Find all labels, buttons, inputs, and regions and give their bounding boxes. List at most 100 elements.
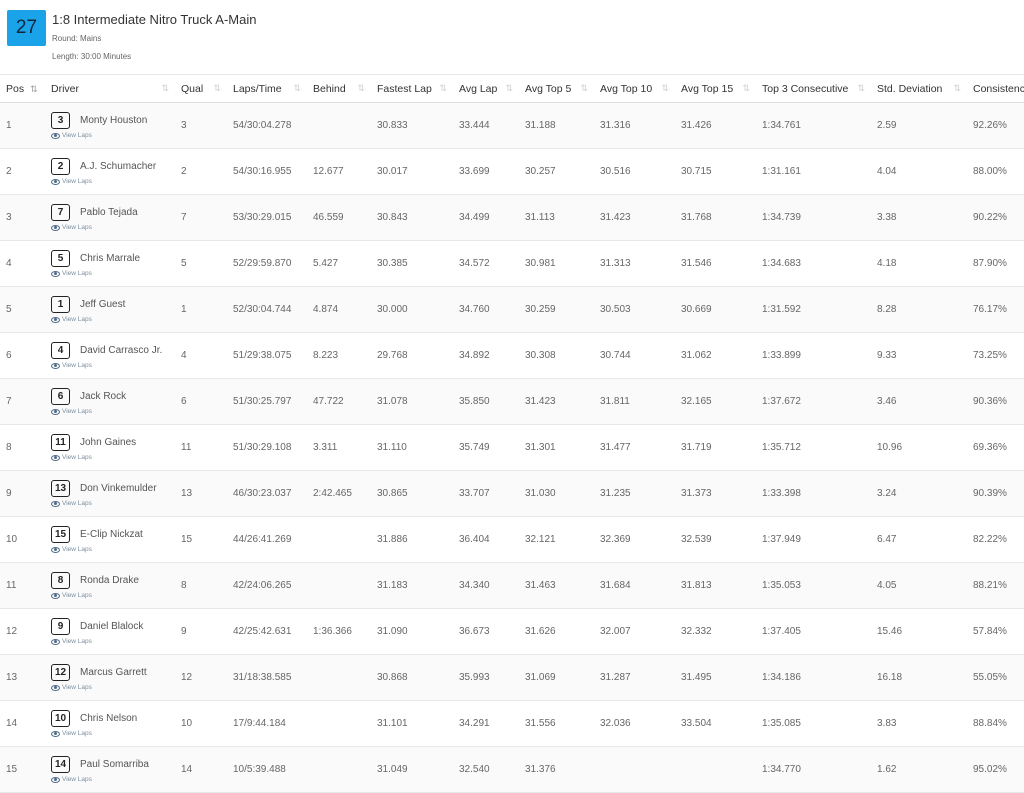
car-number-badge: 3	[51, 112, 70, 129]
driver-name[interactable]: Don Vinkemulder	[80, 483, 157, 494]
cell-consistency: 92.26%	[973, 120, 1007, 131]
sort-icon[interactable]: ⇅	[953, 83, 961, 94]
col-header-avg-top15[interactable]: Avg Top 15 ⇅	[675, 75, 756, 103]
cell-qual: 5	[181, 258, 187, 269]
view-laps-link[interactable]: View Laps	[51, 638, 175, 645]
sort-icon[interactable]: ⇅	[293, 83, 301, 94]
view-laps-link[interactable]: View Laps	[51, 500, 175, 507]
view-laps-link[interactable]: View Laps	[51, 270, 175, 277]
view-laps-label[interactable]: View Laps	[62, 224, 92, 231]
eye-icon	[51, 500, 60, 507]
view-laps-label[interactable]: View Laps	[62, 454, 92, 461]
cell-consistency: 88.84%	[973, 718, 1007, 729]
cell-std-deviation: 3.83	[877, 718, 897, 729]
col-header-laps-time[interactable]: Laps/Time ⇅	[227, 75, 307, 103]
cell-std-deviation: 1.62	[877, 764, 897, 775]
driver-name[interactable]: Paul Somarriba	[80, 759, 149, 770]
cell-behind: 3.311	[313, 442, 338, 453]
driver-name[interactable]: John Gaines	[80, 437, 136, 448]
sort-icon[interactable]: ⇅	[161, 83, 169, 94]
view-laps-link[interactable]: View Laps	[51, 132, 175, 139]
cell-avg-top15: 31.495	[681, 672, 712, 683]
col-header-avg-lap[interactable]: Avg Lap ⇅	[453, 75, 519, 103]
sort-icon[interactable]: ⇅	[505, 83, 513, 94]
view-laps-link[interactable]: View Laps	[51, 546, 175, 553]
view-laps-link[interactable]: View Laps	[51, 408, 175, 415]
col-header-consistency[interactable]: Consistency	[967, 75, 1024, 103]
view-laps-label[interactable]: View Laps	[62, 776, 92, 783]
col-header-pos[interactable]: Pos ⇅	[0, 75, 45, 103]
driver-name[interactable]: A.J. Schumacher	[80, 161, 156, 172]
cell-avg-top10: 32.007	[600, 626, 631, 637]
col-header-avg-top10[interactable]: Avg Top 10 ⇅	[594, 75, 675, 103]
cell-fastest-lap: 30.017	[377, 166, 408, 177]
sort-icon[interactable]: ⇅	[580, 83, 588, 94]
view-laps-label[interactable]: View Laps	[62, 592, 92, 599]
driver-name[interactable]: Ronda Drake	[80, 575, 139, 586]
view-laps-label[interactable]: View Laps	[62, 500, 92, 507]
cell-consistency: 95.02%	[973, 764, 1007, 775]
view-laps-link[interactable]: View Laps	[51, 730, 175, 737]
view-laps-label[interactable]: View Laps	[62, 684, 92, 691]
cell-behind	[307, 563, 371, 609]
col-header-top3-consecutive[interactable]: Top 3 Consecutive ⇅	[756, 75, 871, 103]
view-laps-link[interactable]: View Laps	[51, 684, 175, 691]
view-laps-label[interactable]: View Laps	[62, 270, 92, 277]
driver-name[interactable]: Chris Nelson	[80, 713, 137, 724]
cell-qual: 11	[181, 442, 192, 453]
view-laps-link[interactable]: View Laps	[51, 454, 175, 461]
cell-avg-top5: 30.257	[525, 166, 556, 177]
cell-std-deviation: 8.28	[877, 304, 897, 315]
view-laps-link[interactable]: View Laps	[51, 776, 175, 783]
view-laps-link[interactable]: View Laps	[51, 224, 175, 231]
view-laps-link[interactable]: View Laps	[51, 178, 175, 185]
view-laps-label[interactable]: View Laps	[62, 638, 92, 645]
sort-icon[interactable]: ⇅	[661, 83, 669, 94]
col-header-avg-top5[interactable]: Avg Top 5 ⇅	[519, 75, 594, 103]
cell-top3-consecutive: 1:35.712	[762, 442, 801, 453]
sort-numeric-icon[interactable]: ⇅	[30, 84, 38, 94]
driver-name[interactable]: Pablo Tejada	[80, 207, 138, 218]
view-laps-link[interactable]: View Laps	[51, 362, 175, 369]
view-laps-label[interactable]: View Laps	[62, 316, 92, 323]
table-row: 15 14 Paul Somarriba View Laps 14 10/5:39.488…	[0, 746, 1024, 793]
sort-icon[interactable]: ⇅	[742, 83, 750, 94]
cell-consistency: 90.39%	[973, 488, 1007, 499]
cell-avg-lap: 34.499	[459, 212, 490, 223]
cell-pos: 2	[6, 166, 12, 177]
cell-laps-time: 31/18:38.585	[233, 672, 292, 683]
driver-name[interactable]: E-Clip Nickzat	[80, 529, 143, 540]
cell-std-deviation: 16.18	[877, 672, 903, 683]
view-laps-label[interactable]: View Laps	[62, 546, 92, 553]
view-laps-label[interactable]: View Laps	[62, 408, 92, 415]
col-header-behind[interactable]: Behind ⇅	[307, 75, 371, 103]
driver-name[interactable]: David Carrasco Jr.	[80, 345, 162, 356]
car-number-badge: 9	[51, 618, 70, 635]
cell-behind	[307, 747, 371, 793]
col-header-std-deviation[interactable]: Std. Deviation ⇅	[871, 75, 967, 103]
driver-name[interactable]: Monty Houston	[80, 115, 147, 126]
sort-icon[interactable]: ⇅	[857, 83, 865, 94]
cell-pos: 11	[6, 580, 17, 591]
driver-name[interactable]: Chris Marrale	[80, 253, 140, 264]
view-laps-label[interactable]: View Laps	[62, 730, 92, 737]
sort-icon[interactable]: ⇅	[213, 83, 221, 94]
cell-driver: 15 E-Clip Nickzat View Laps	[45, 517, 175, 563]
col-header-driver[interactable]: Driver ⇅	[45, 75, 175, 103]
view-laps-link[interactable]: View Laps	[51, 316, 175, 323]
col-header-fastest-lap[interactable]: Fastest Lap ⇅	[371, 75, 453, 103]
cell-std-deviation: 4.04	[877, 166, 897, 177]
view-laps-label[interactable]: View Laps	[62, 178, 92, 185]
eye-icon	[51, 362, 60, 369]
view-laps-label[interactable]: View Laps	[62, 362, 92, 369]
view-laps-label[interactable]: View Laps	[62, 132, 92, 139]
driver-name[interactable]: Jack Rock	[80, 391, 126, 402]
driver-name[interactable]: Marcus Garrett	[80, 667, 147, 678]
sort-icon[interactable]: ⇅	[439, 83, 447, 94]
driver-name[interactable]: Jeff Guest	[80, 299, 125, 310]
sort-icon[interactable]: ⇅	[357, 83, 365, 94]
cell-avg-top5: 31.423	[525, 396, 556, 407]
driver-name[interactable]: Daniel Blalock	[80, 621, 143, 632]
view-laps-link[interactable]: View Laps	[51, 592, 175, 599]
col-header-qual[interactable]: Qual ⇅	[175, 75, 227, 103]
